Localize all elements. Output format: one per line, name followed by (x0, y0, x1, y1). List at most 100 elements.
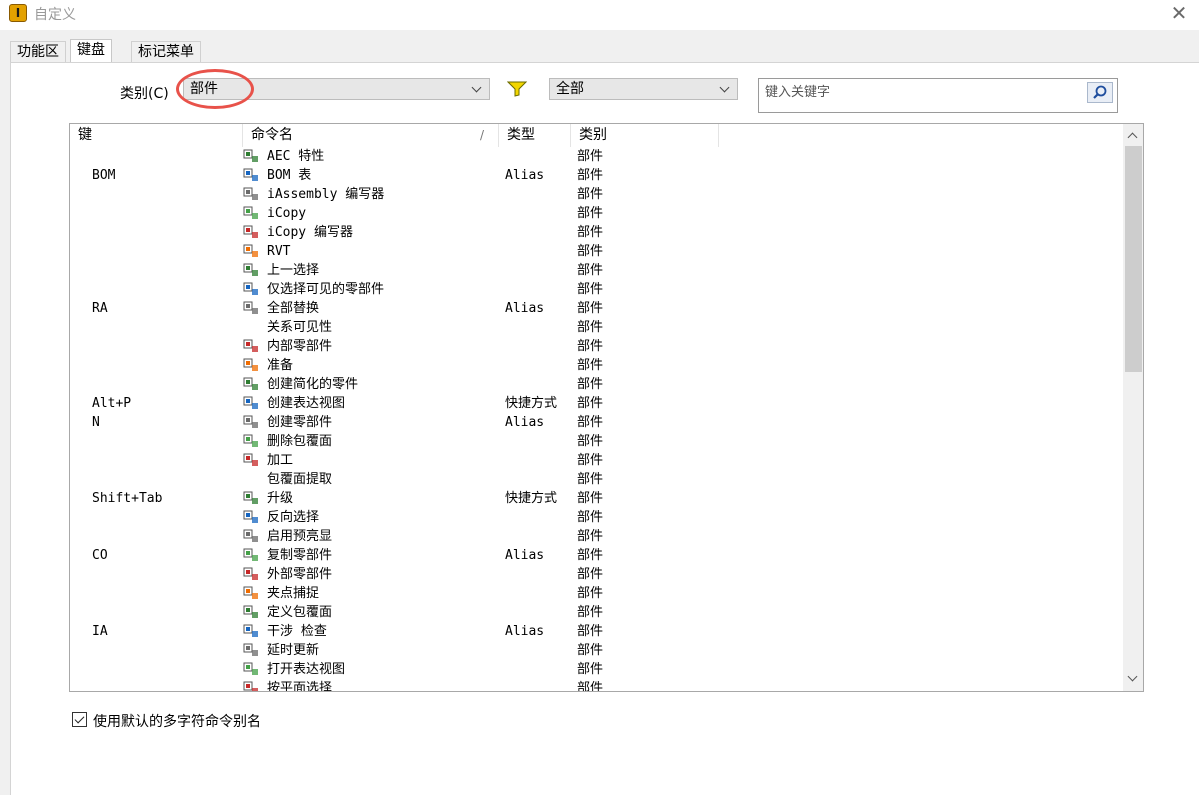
row-category: 部件 (577, 206, 604, 221)
command-list[interactable]: 键 命令名 / 类型 类别 AEC 特性 部件 BOM BOM 表 Alias 部件 iAs… (69, 123, 1144, 692)
row-command-name: 打开表达视图 (267, 662, 346, 677)
table-row[interactable]: 定义包覆面 部件 (70, 603, 1123, 622)
table-row[interactable]: CO 复制零部件 Alias 部件 (70, 546, 1123, 565)
table-row[interactable]: 启用预亮显 部件 (70, 527, 1123, 546)
grip-snap-icon (243, 585, 259, 601)
row-command-name: 干涉 检查 (267, 624, 327, 639)
column-header-key[interactable]: 键 (70, 124, 243, 147)
row-command-name: iCopy (267, 206, 307, 221)
table-row[interactable]: 准备 部件 (70, 356, 1123, 375)
title-bar: I 自定义 ✕ (0, 0, 1199, 30)
table-row[interactable]: AEC 特性 部件 (70, 147, 1123, 166)
row-command-name: 定义包覆面 (267, 605, 333, 620)
row-key: BOM (92, 168, 116, 183)
table-row[interactable]: BOM BOM 表 Alias 部件 (70, 166, 1123, 185)
prepare-icon (243, 357, 259, 373)
row-key: N (92, 415, 100, 430)
table-row[interactable]: 内部零部件 部件 (70, 337, 1123, 356)
scroll-down-arrow-icon[interactable] (1123, 669, 1143, 689)
table-row[interactable]: Alt+P 创建表达视图 快捷方式 部件 (70, 394, 1123, 413)
previous-selection-icon (243, 262, 259, 278)
row-command-name: 外部零部件 (267, 567, 333, 582)
column-header-category[interactable]: 类别 (571, 124, 719, 147)
row-command-name: 启用预亮显 (267, 529, 333, 544)
chevron-down-icon (719, 79, 731, 99)
row-category: 部件 (577, 320, 604, 335)
column-header-command[interactable]: 命令名 (243, 124, 499, 147)
search-button[interactable] (1087, 82, 1113, 103)
table-row[interactable]: IA 干涉 检查 Alias 部件 (70, 622, 1123, 641)
table-row[interactable]: 外部零部件 部件 (70, 565, 1123, 584)
row-category: 部件 (577, 605, 604, 620)
close-button[interactable]: ✕ (1167, 2, 1191, 24)
sort-indicator: / (480, 128, 485, 142)
tab-marking-menu[interactable]: 标记菜单 (131, 41, 201, 62)
filter-dropdown[interactable]: 全部 (549, 78, 738, 100)
row-command-name: 反向选择 (267, 510, 320, 525)
row-command-name: iAssembly 编写器 (267, 187, 385, 202)
table-row[interactable]: 按平面选择 部件 (70, 679, 1123, 691)
row-category: 部件 (577, 225, 604, 240)
row-command-name: 创建表达视图 (267, 396, 346, 411)
table-row[interactable]: 打开表达视图 部件 (70, 660, 1123, 679)
table-row[interactable]: 创建简化的零件 部件 (70, 375, 1123, 394)
row-category: 部件 (577, 396, 604, 411)
row-command-name: 创建简化的零件 (267, 377, 359, 392)
open-presentation-icon (243, 661, 259, 677)
table-row[interactable]: RA 全部替换 Alias 部件 (70, 299, 1123, 318)
inventor-app-icon: I (9, 4, 27, 22)
close-icon: ✕ (1170, 1, 1188, 25)
chevron-down-icon (471, 79, 483, 99)
row-category: 部件 (577, 187, 604, 202)
table-row[interactable]: Shift+Tab 升级 快捷方式 部件 (70, 489, 1123, 508)
row-category: 部件 (577, 586, 604, 601)
external-components-icon (243, 566, 259, 582)
magnifier-icon (1093, 85, 1107, 99)
row-type: Alias (505, 415, 545, 430)
search-box (758, 78, 1118, 113)
table-row[interactable]: 加工 部件 (70, 451, 1123, 470)
row-command-name: 包覆面提取 (267, 472, 333, 487)
table-row[interactable]: 延时更新 部件 (70, 641, 1123, 660)
row-command-name: BOM 表 (267, 168, 312, 183)
table-row[interactable]: iAssembly 编写器 部件 (70, 185, 1123, 204)
table-row[interactable]: 删除包覆面 部件 (70, 432, 1123, 451)
presentation-view-icon (243, 395, 259, 411)
scroll-up-arrow-icon[interactable] (1123, 126, 1143, 146)
delete-shrinkwrap-icon (243, 433, 259, 449)
row-key: CO (92, 548, 108, 563)
table-row[interactable]: iCopy 编写器 部件 (70, 223, 1123, 242)
table-row[interactable]: N 创建零部件 Alias 部件 (70, 413, 1123, 432)
table-row[interactable]: 上一选择 部件 (70, 261, 1123, 280)
filter-funnel-icon[interactable] (507, 81, 527, 97)
table-row[interactable]: 夹点捕捉 部件 (70, 584, 1123, 603)
row-command-name: 按平面选择 (267, 681, 333, 691)
vertical-scrollbar[interactable] (1123, 124, 1143, 691)
category-label: 类别(C) (120, 86, 169, 102)
column-header-type[interactable]: 类型 (499, 124, 571, 147)
table-row[interactable]: iCopy 部件 (70, 204, 1123, 223)
table-row[interactable]: RVT 部件 (70, 242, 1123, 261)
table-row[interactable]: 关系可见性 部件 (70, 318, 1123, 337)
invert-selection-icon (243, 509, 259, 525)
scrollbar-thumb[interactable] (1125, 146, 1142, 372)
aec-properties-icon (243, 148, 259, 164)
search-input[interactable] (763, 81, 1087, 103)
row-category: 部件 (577, 282, 604, 297)
default-alias-label: 使用默认的多字符命令别名 (93, 714, 261, 730)
list-header: 键 命令名 / 类型 类别 (70, 124, 1123, 147)
row-command-name: AEC 特性 (267, 149, 325, 164)
row-command-name: 复制零部件 (267, 548, 333, 563)
row-command-name: 加工 (267, 453, 294, 468)
row-category: 部件 (577, 491, 604, 506)
row-category: 部件 (577, 358, 604, 373)
row-command-name: 删除包覆面 (267, 434, 333, 449)
row-command-name: 上一选择 (267, 263, 320, 278)
table-row[interactable]: 反向选择 部件 (70, 508, 1123, 527)
table-row[interactable]: 包覆面提取 部件 (70, 470, 1123, 489)
default-alias-checkbox[interactable] (72, 712, 87, 727)
tab-keyboard[interactable]: 键盘 (70, 39, 112, 62)
list-rows: AEC 特性 部件 BOM BOM 表 Alias 部件 iAssembly 编写器 部件 iC… (70, 147, 1123, 691)
tab-ribbon[interactable]: 功能区 (10, 41, 66, 62)
table-row[interactable]: 仅选择可见的零部件 部件 (70, 280, 1123, 299)
